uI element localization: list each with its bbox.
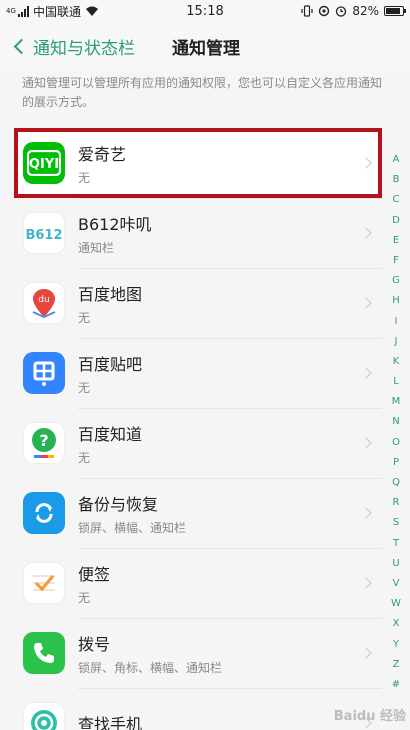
back-button[interactable]: 通知与状态栏: [0, 34, 135, 59]
app-row-b612[interactable]: B612 B612咔叽 通知栏: [14, 198, 382, 268]
app-name: 百度知道: [78, 424, 143, 444]
watermark: Baidu 经验: [333, 709, 406, 724]
app-name: 百度地图: [78, 284, 143, 304]
chevron-right-icon: [360, 157, 372, 169]
app-row-backup[interactable]: 备份与恢复 锁屏、横幅、通知栏: [14, 478, 382, 548]
alphabet-letter[interactable]: G: [388, 271, 404, 291]
alphabet-letter[interactable]: V: [388, 574, 404, 594]
app-row-notes[interactable]: 便签 无: [14, 548, 382, 618]
tieba-icon: [23, 352, 65, 394]
app-row-zhidao[interactable]: ? 百度知道 无: [14, 408, 382, 478]
alarm-icon: [336, 6, 347, 17]
app-name: 爱奇艺: [78, 144, 127, 164]
alphabet-letter[interactable]: Z: [388, 655, 404, 675]
alphabet-letter[interactable]: N: [388, 412, 404, 432]
chevron-right-icon: [360, 437, 372, 449]
alphabet-letter[interactable]: T: [388, 534, 404, 554]
app-row-phone[interactable]: 拨号 锁屏、角标、横幅、通知栏: [14, 618, 382, 688]
alphabet-letter[interactable]: I: [388, 312, 404, 332]
app-row-tieba[interactable]: 百度贴吧 无: [14, 338, 382, 408]
find-phone-icon: [23, 702, 65, 730]
alphabet-letter[interactable]: A: [388, 150, 404, 170]
page-title: 通知管理: [172, 38, 240, 59]
alphabet-letter[interactable]: P: [388, 453, 404, 473]
alphabet-letter[interactable]: H: [388, 291, 404, 311]
app-name: 备份与恢复: [78, 494, 159, 514]
alphabet-letter[interactable]: K: [388, 352, 404, 372]
backup-icon: [23, 492, 65, 534]
baidu-map-icon: du: [23, 282, 65, 324]
alphabet-letter[interactable]: F: [388, 251, 404, 271]
svg-text:QIYI: QIYI: [29, 157, 59, 172]
status-bar: 4G 中国联通 15:18 82%: [0, 0, 410, 22]
phone-icon: [23, 632, 65, 674]
chevron-left-icon: [13, 38, 30, 54]
description-text: 通知管理可以管理所有应用的通知权限，您也可以自定义各应用通知的展示方式。: [22, 76, 383, 109]
app-row-iqiyi[interactable]: QIYI 爱奇艺 无: [14, 128, 382, 198]
svg-text:du: du: [38, 295, 49, 305]
app-name: 查找手机: [78, 715, 143, 730]
chevron-right-icon: [360, 227, 372, 239]
alphabet-letter[interactable]: U: [388, 554, 404, 574]
app-notify-type: 锁屏、角标、横幅、通知栏: [78, 660, 223, 675]
vibrate-icon: [301, 5, 313, 17]
app-name: 百度贴吧: [78, 354, 143, 374]
svg-text:B612: B612: [25, 228, 62, 243]
chevron-right-icon: [360, 577, 372, 589]
network-type-label: 4G: [6, 6, 16, 15]
notes-icon: [23, 562, 65, 604]
zhidao-icon: ?: [23, 422, 65, 464]
battery-icon: [384, 6, 406, 16]
alphabet-index[interactable]: A B C D E F G H I J K L M N O P Q R S T U V W X Y Z #: [388, 150, 404, 695]
wifi-icon: [86, 6, 99, 16]
alphabet-letter[interactable]: D: [388, 211, 404, 231]
app-name: B612咔叽: [78, 214, 152, 234]
back-label: 通知与状态栏: [33, 38, 135, 59]
alphabet-letter[interactable]: L: [388, 372, 404, 392]
app-notify-type: 无: [78, 170, 91, 185]
chevron-right-icon: [360, 297, 372, 309]
chevron-right-icon: [360, 507, 372, 519]
svg-text:?: ?: [39, 431, 48, 450]
alphabet-letter[interactable]: B: [388, 170, 404, 190]
alphabet-letter[interactable]: X: [388, 614, 404, 634]
alphabet-letter[interactable]: Q: [388, 473, 404, 493]
alphabet-letter[interactable]: S: [388, 513, 404, 533]
app-notify-type: 无: [78, 450, 91, 465]
alphabet-letter[interactable]: E: [388, 231, 404, 251]
alphabet-letter[interactable]: Y: [388, 635, 404, 655]
carrier-label: 中国联通: [33, 4, 82, 19]
alphabet-letter[interactable]: W: [388, 594, 404, 614]
battery-label: 82%: [352, 4, 379, 18]
iqiyi-icon: QIYI: [23, 142, 65, 184]
app-list: QIYI 爱奇艺 无 B612 B612咔叽 通知栏 du 百度地图 无 百度贴…: [14, 128, 382, 730]
alphabet-letter[interactable]: #: [388, 675, 404, 695]
alphabet-letter[interactable]: C: [388, 190, 404, 210]
alphabet-letter[interactable]: J: [388, 332, 404, 352]
alphabet-letter[interactable]: M: [388, 392, 404, 412]
app-notify-type: 无: [78, 310, 91, 325]
app-notify-type: 通知栏: [78, 240, 115, 255]
app-row-baidu-map[interactable]: du 百度地图 无: [14, 268, 382, 338]
app-notify-type: 无: [78, 590, 91, 605]
sync-icon: [319, 5, 330, 17]
alphabet-letter[interactable]: O: [388, 433, 404, 453]
signal-icon: [18, 5, 29, 17]
app-notify-type: 锁屏、横幅、通知栏: [78, 520, 187, 535]
b612-icon: B612: [23, 212, 65, 254]
title-bar: 通知与状态栏 通知管理: [0, 22, 410, 70]
app-row-find-phone[interactable]: 查找手机: [14, 688, 382, 730]
app-notify-type: 无: [78, 380, 91, 395]
chevron-right-icon: [360, 647, 372, 659]
alphabet-letter[interactable]: R: [388, 493, 404, 513]
chevron-right-icon: [360, 367, 372, 379]
app-name: 拨号: [78, 634, 111, 654]
app-name: 便签: [78, 564, 111, 584]
